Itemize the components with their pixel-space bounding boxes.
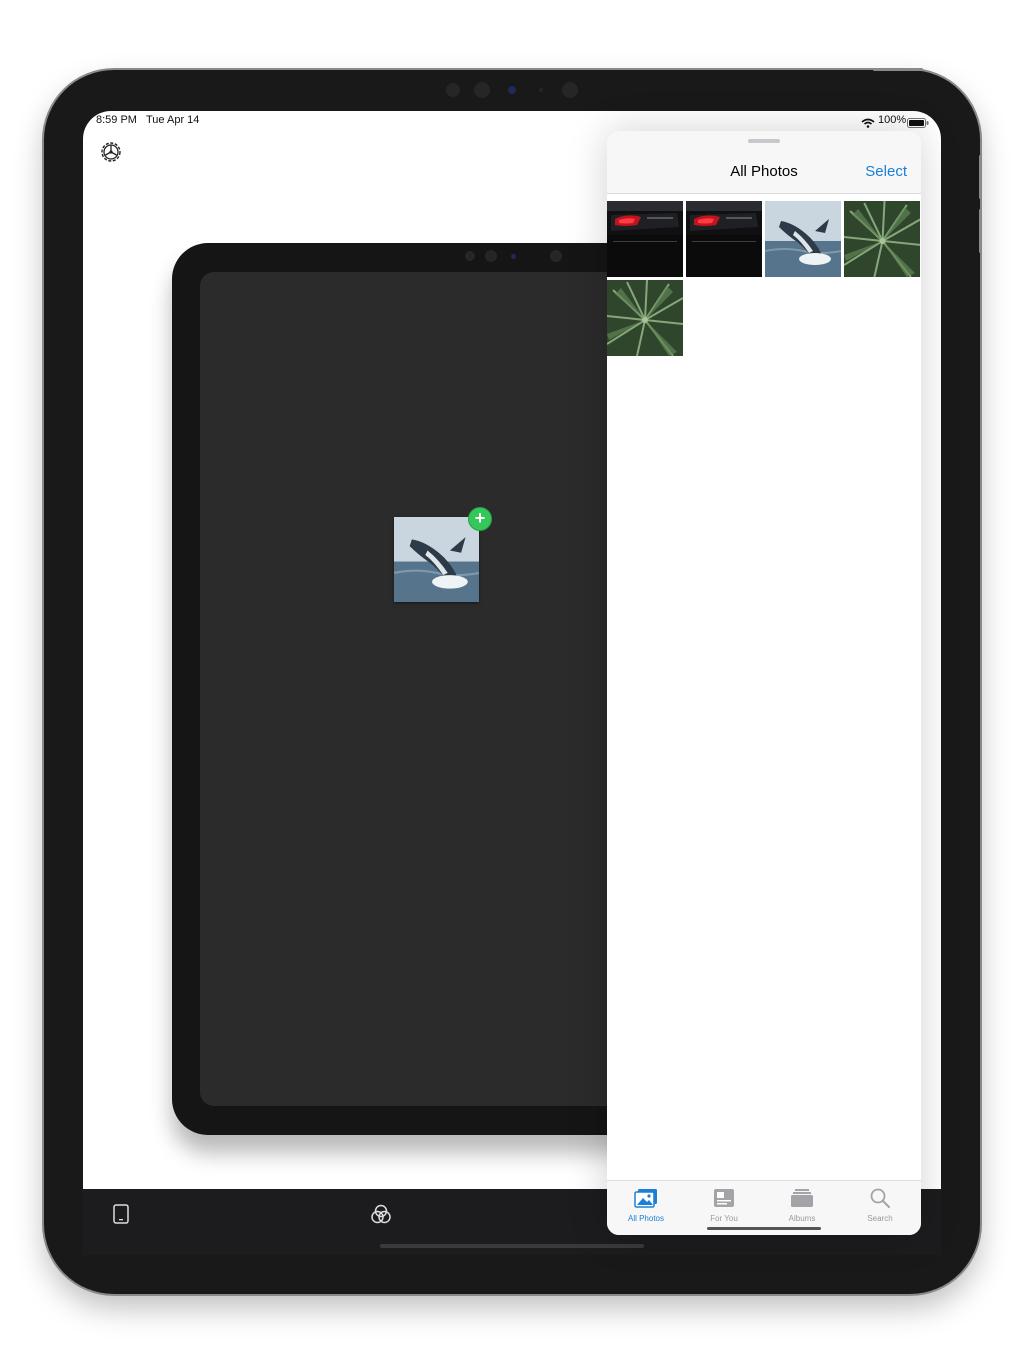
photo-thumbnail[interactable] [607, 201, 683, 277]
tab-all-photos[interactable]: All Photos [607, 1181, 685, 1231]
mockup-camera-sensor [485, 250, 497, 262]
photos-icon [634, 1187, 658, 1209]
camera-sensor [474, 82, 490, 98]
picker-home-indicator [707, 1227, 821, 1230]
photo-picker: All Photos Select All Photos For You Alb… [607, 131, 921, 1235]
wifi-icon [861, 115, 875, 128]
gear-icon[interactable] [100, 141, 122, 163]
tab-for-you[interactable]: For You [685, 1181, 763, 1231]
camera-sensor [562, 82, 578, 98]
photo-thumbnail[interactable] [765, 201, 841, 277]
photo-thumbnail[interactable] [844, 201, 920, 277]
volume-up-button [979, 155, 982, 199]
battery-icon [907, 115, 929, 128]
add-badge[interactable]: + [468, 507, 492, 531]
albums-icon [790, 1187, 814, 1209]
search-icon [868, 1187, 892, 1209]
for-you-icon [712, 1187, 736, 1209]
tab-label: Albums [788, 1214, 816, 1223]
sheet-grabber[interactable] [748, 139, 780, 143]
status-time: 8:59 PM [96, 114, 137, 126]
volume-down-button [979, 209, 982, 253]
tab-label: All Photos [627, 1214, 665, 1223]
select-button[interactable]: Select [865, 163, 907, 180]
battery-percentage: 100% [878, 114, 907, 126]
tab-albums[interactable]: Albums [763, 1181, 841, 1231]
photo-thumbnail[interactable] [686, 201, 762, 277]
top-button [873, 68, 923, 71]
ipad-icon[interactable] [112, 1204, 130, 1224]
overlapping-circles-icon[interactable] [370, 1203, 392, 1225]
mockup-front-camera [511, 254, 516, 259]
camera-sensor [446, 83, 460, 97]
front-camera [508, 86, 516, 94]
status-date: Tue Apr 14 [146, 114, 200, 126]
dropped-photo[interactable] [394, 517, 479, 602]
photo-thumbnail[interactable] [607, 280, 683, 356]
mockup-camera-sensor [465, 251, 475, 261]
camera-sensor [539, 88, 543, 92]
tab-label: Search [867, 1214, 893, 1223]
home-indicator [380, 1244, 644, 1248]
tab-search[interactable]: Search [841, 1181, 919, 1231]
tab-label: For You [710, 1214, 738, 1223]
mockup-camera-sensor [550, 250, 562, 262]
